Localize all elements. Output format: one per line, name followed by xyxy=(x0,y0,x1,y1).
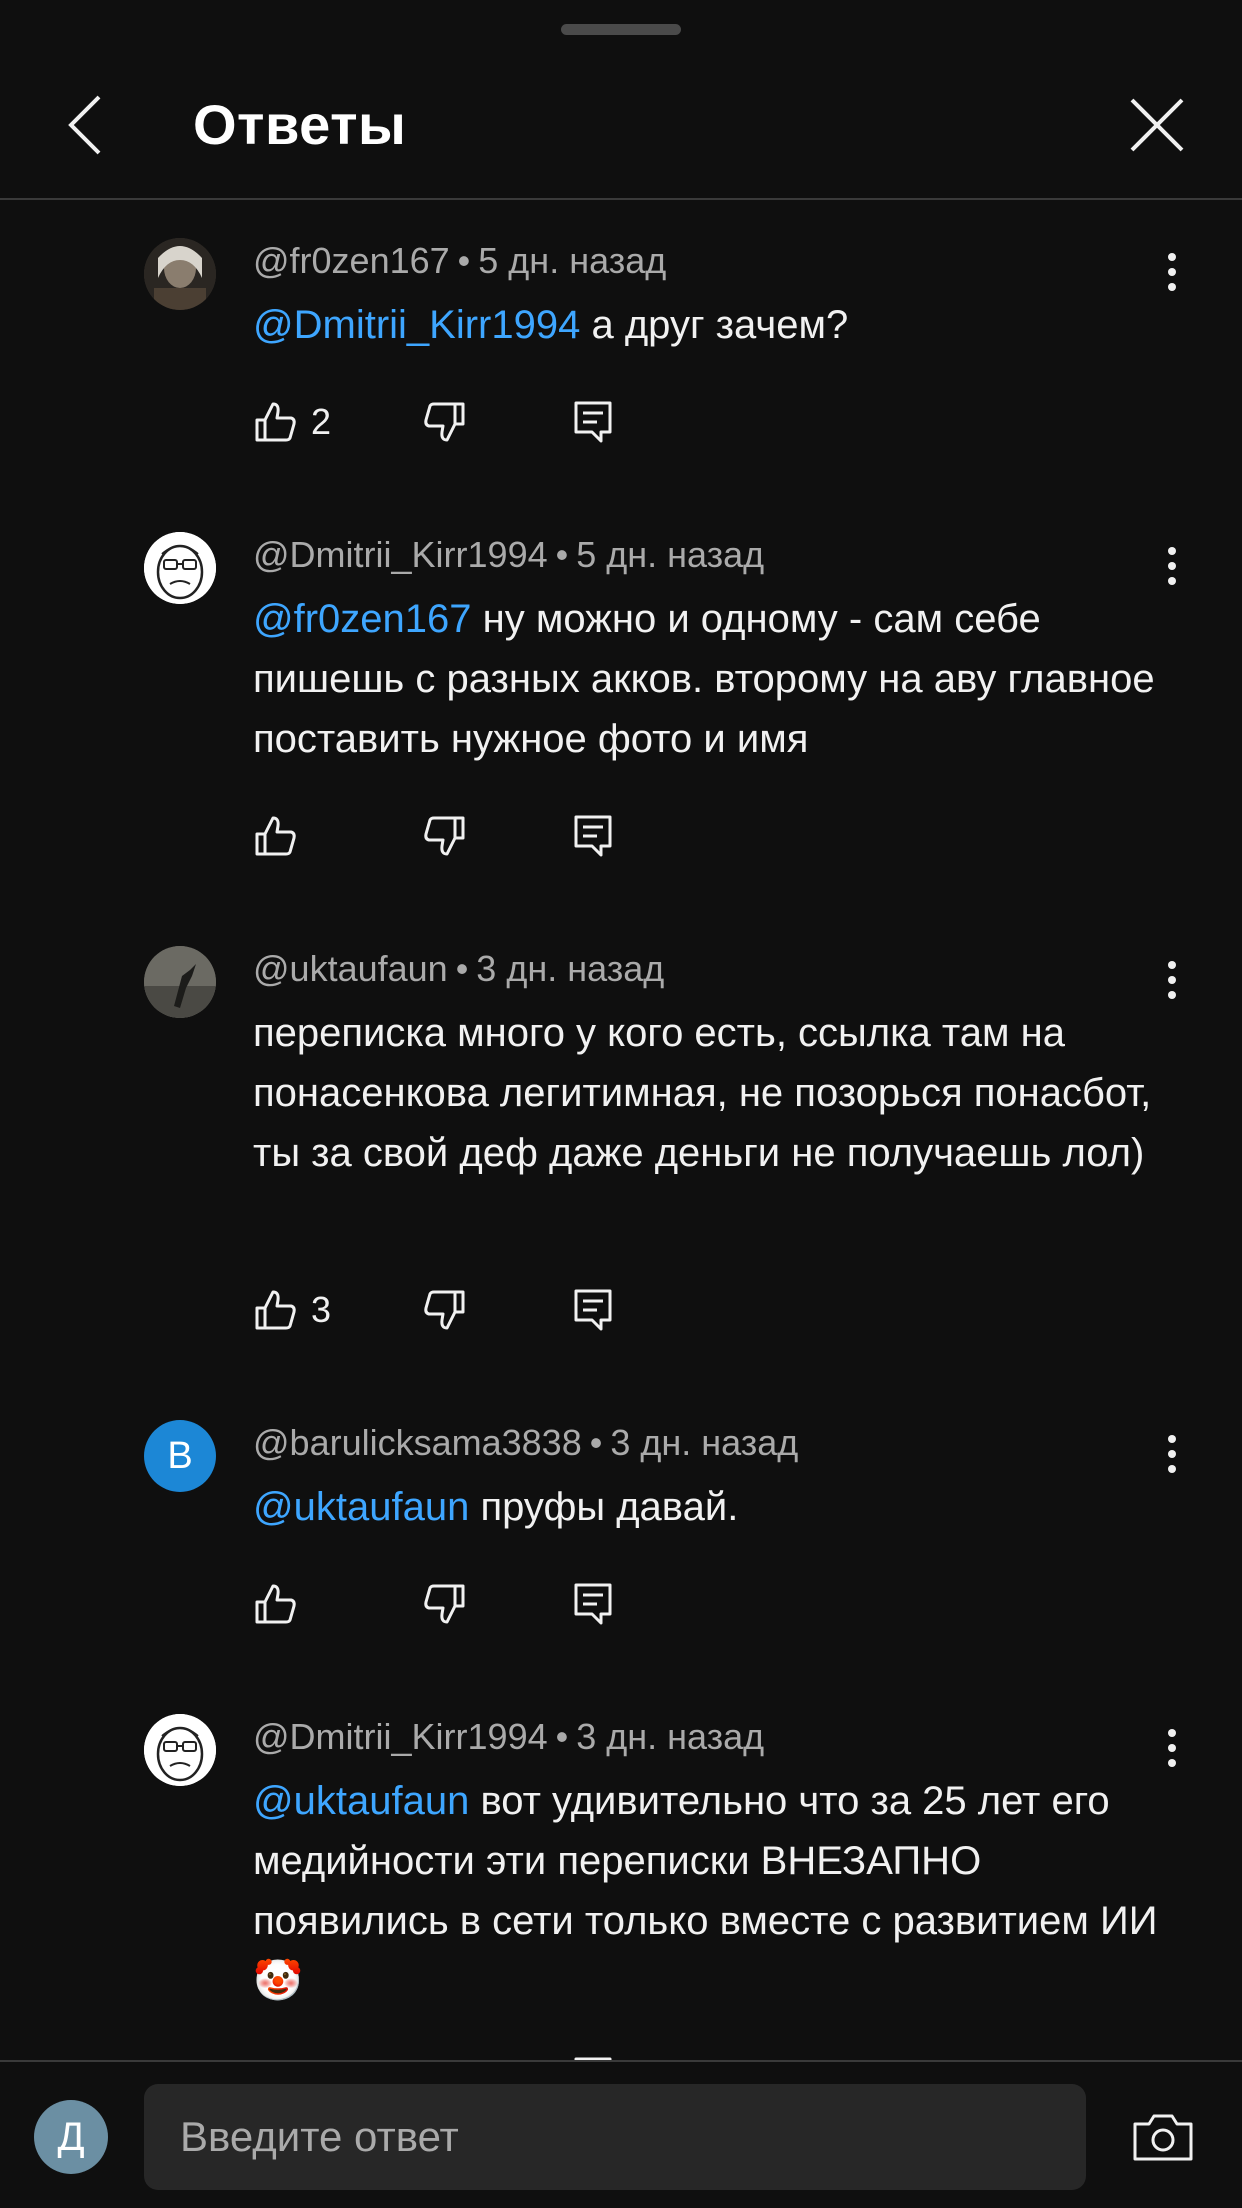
like-count: 3 xyxy=(311,1289,332,1330)
like-button[interactable]: 2 xyxy=(253,392,331,452)
comment-body: пруфы давай. xyxy=(480,1485,739,1529)
comment-mention[interactable]: @Dmitrii_Kirr1994 xyxy=(253,303,580,347)
comment-time: 5 дн. назад xyxy=(576,534,765,575)
comment-text: переписка много у кого есть, ссылка там … xyxy=(253,1003,1173,1183)
thumbs-down-icon xyxy=(424,1584,465,1624)
comment-author[interactable]: @Dmitrii_Kirr1994 xyxy=(253,1716,548,1757)
comment-meta: @uktaufaun • 3 дн. назад xyxy=(253,948,665,989)
reply-button[interactable] xyxy=(573,1280,613,1340)
reply-icon xyxy=(574,815,612,857)
replies-list[interactable]: @fr0zen167 • 5 дн. назад @Dmitrii_Kirr1994… xyxy=(0,200,1242,2060)
comment-text: @fr0zen167 ну можно и одному - сам себе … xyxy=(253,589,1173,769)
user-avatar[interactable]: Д xyxy=(34,2100,108,2174)
dislike-button[interactable] xyxy=(423,392,467,452)
comment-text: @uktaufaun пруфы давай. xyxy=(253,1477,1173,1537)
like-count: 2 xyxy=(311,401,332,442)
reply-icon xyxy=(574,1583,612,1625)
avatar[interactable]: B xyxy=(144,1420,216,1492)
dislike-button[interactable] xyxy=(423,1280,467,1340)
comment-time: 3 дн. назад xyxy=(610,1422,799,1463)
comment-mention[interactable]: @uktaufaun xyxy=(253,1485,469,1529)
camera-button[interactable] xyxy=(1128,2102,1198,2172)
comment-author[interactable]: @uktaufaun xyxy=(253,948,448,989)
comment-text: @uktaufaun вот удивительно что за 25 лет… xyxy=(253,1771,1173,2011)
more-vertical-icon xyxy=(1168,961,1176,999)
thumbs-down-icon xyxy=(424,816,465,856)
avatar-photo-icon xyxy=(144,238,216,310)
more-vertical-icon xyxy=(1168,1729,1176,1767)
sheet-drag-handle[interactable] xyxy=(561,24,681,35)
reply-button[interactable] xyxy=(573,1574,613,1634)
comment-mention[interactable]: @fr0zen167 xyxy=(253,597,472,641)
comment-mention[interactable]: @uktaufaun xyxy=(253,1779,469,1823)
more-options-button[interactable] xyxy=(1152,242,1192,302)
reply-button[interactable] xyxy=(573,2048,613,2060)
chevron-left-icon xyxy=(68,95,101,155)
comment-author[interactable]: @barulicksama3838 xyxy=(253,1422,582,1463)
dislike-button[interactable] xyxy=(423,1574,467,1634)
thumbs-up-icon xyxy=(255,816,296,856)
comment-body: переписка много у кого есть, ссылка там … xyxy=(253,1011,1152,1175)
header: Ответы xyxy=(0,60,1242,198)
reply-input[interactable] xyxy=(144,2084,1086,2190)
more-options-button[interactable] xyxy=(1152,1424,1192,1484)
more-vertical-icon xyxy=(1168,1435,1176,1473)
avatar[interactable] xyxy=(144,946,216,1018)
back-button[interactable] xyxy=(50,90,120,160)
thumbs-up-icon xyxy=(255,1584,296,1624)
avatar-letter: B xyxy=(167,1434,193,1477)
comment-author[interactable]: @Dmitrii_Kirr1994 xyxy=(253,534,548,575)
page-title: Ответы xyxy=(193,93,407,156)
thumbs-up-icon xyxy=(255,402,296,442)
more-options-button[interactable] xyxy=(1152,950,1192,1010)
camera-icon xyxy=(1133,2114,1193,2161)
like-button[interactable]: 3 xyxy=(253,1280,331,1340)
comment-meta: @Dmitrii_Kirr1994 • 3 дн. назад xyxy=(253,1716,765,1757)
avatar[interactable] xyxy=(144,238,216,310)
comment-time: 3 дн. назад xyxy=(476,948,665,989)
comment-meta: @Dmitrii_Kirr1994 • 5 дн. назад xyxy=(253,534,765,575)
comment-text: @Dmitrii_Kirr1994 а друг зачем? xyxy=(253,295,1173,355)
avatar[interactable] xyxy=(144,1714,216,1786)
thumbs-down-icon xyxy=(424,402,465,442)
more-options-button[interactable] xyxy=(1152,536,1192,596)
reply-icon xyxy=(574,1289,612,1331)
more-vertical-icon xyxy=(1168,547,1176,585)
thumbs-up-icon xyxy=(255,1290,296,1330)
like-button[interactable] xyxy=(253,1574,311,1634)
comment-author[interactable]: @fr0zen167 xyxy=(253,240,450,281)
close-button[interactable] xyxy=(1122,90,1192,160)
reply-composer: Д xyxy=(0,2060,1242,2208)
avatar-photo-icon xyxy=(144,946,216,1018)
comment-meta: @fr0zen167 • 5 дн. назад xyxy=(253,240,667,281)
more-vertical-icon xyxy=(1168,253,1176,291)
thumbs-down-icon xyxy=(424,1290,465,1330)
comment-time: 5 дн. назад xyxy=(478,240,667,281)
like-button[interactable] xyxy=(253,806,311,866)
reply-button[interactable] xyxy=(573,392,613,452)
comment-body: а друг зачем? xyxy=(591,303,849,347)
comment-time: 3 дн. назад xyxy=(576,1716,765,1757)
comment-meta: @barulicksama3838 • 3 дн. назад xyxy=(253,1422,799,1463)
avatar[interactable] xyxy=(144,532,216,604)
reply-icon xyxy=(574,401,612,443)
more-options-button[interactable] xyxy=(1152,1718,1192,1778)
close-icon xyxy=(1130,98,1184,152)
avatar-drawing-icon xyxy=(144,1714,216,1786)
avatar-drawing-icon xyxy=(144,532,216,604)
dislike-button[interactable] xyxy=(423,806,467,866)
reply-button[interactable] xyxy=(573,806,613,866)
